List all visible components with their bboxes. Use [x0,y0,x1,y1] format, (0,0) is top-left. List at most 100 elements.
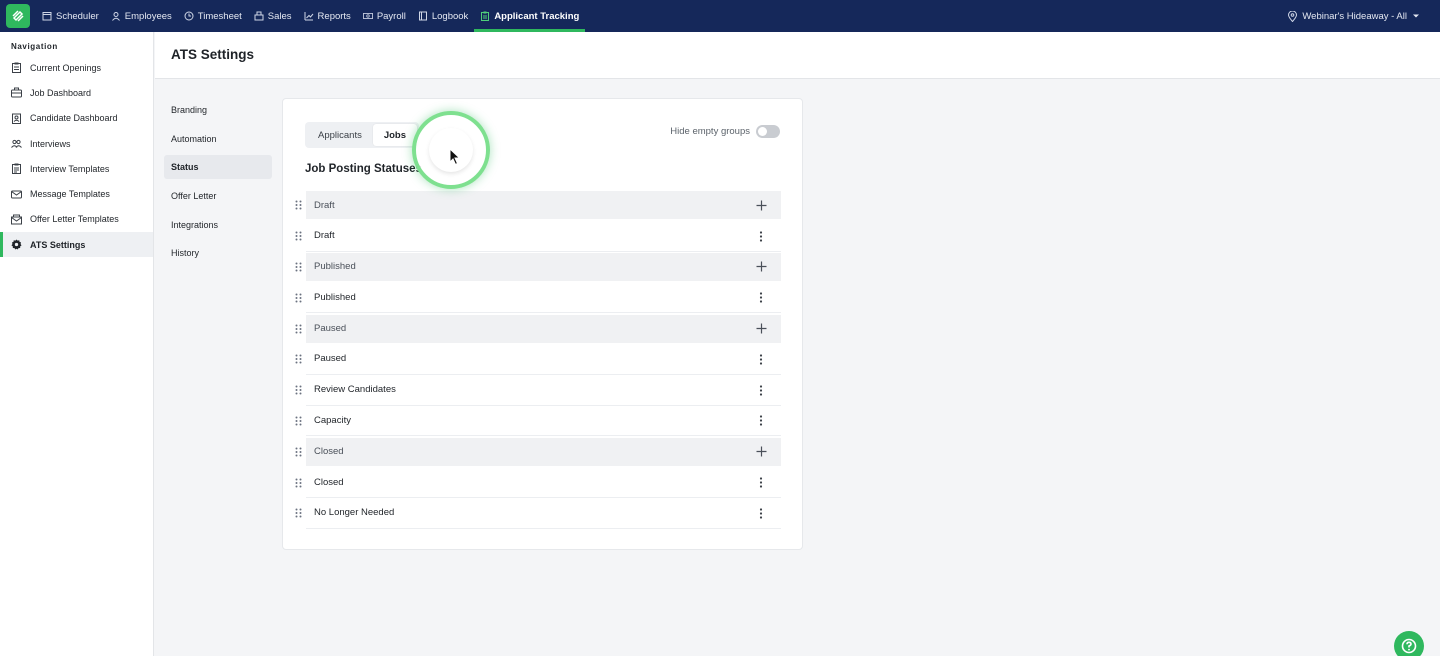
nav-applicant-tracking[interactable]: Applicant Tracking [474,0,586,32]
location-selector[interactable]: Webinar's Hideaway - All [1288,0,1420,32]
status-menu-button[interactable] [755,292,767,304]
nav-employees[interactable]: Employees [105,0,178,32]
drag-handle[interactable] [291,508,305,518]
subnav-automation[interactable]: Automation [164,127,272,151]
sidebar-item-label: Interview Templates [30,163,110,174]
drag-handle[interactable] [291,324,305,334]
status-group-row: Closed [291,436,781,467]
status-settings-card: Applicants Jobs Hide empty groups Job Po… [282,98,803,550]
add-status-button[interactable] [755,199,767,211]
gear-icon [11,239,22,250]
subnav-history[interactable]: History [164,241,272,265]
book-icon [418,11,427,21]
nav-sales[interactable]: Sales [248,0,298,32]
sidebar-item-job-dashboard[interactable]: Job Dashboard [0,80,153,105]
nav-timesheet[interactable]: Timesheet [178,0,248,32]
drag-handle-icon[interactable] [295,447,302,457]
status-menu-button[interactable] [755,415,767,427]
sidebar-item-interviews[interactable]: Interviews [0,131,153,156]
drag-handle-icon[interactable] [295,262,302,272]
chart-icon [304,12,313,21]
help-button[interactable] [1394,631,1424,656]
status-item-row: Capacity [291,406,781,437]
drag-handle-icon[interactable] [295,354,302,364]
sidebar-item-label: Candidate Dashboard [30,113,118,124]
status-label: Published [306,282,781,314]
more-vertical-icon [759,354,763,365]
drag-handle[interactable] [291,262,305,272]
register-icon [254,11,264,21]
top-navigation-bar: Scheduler Employees Timesheet Sales Repo… [0,0,1440,32]
drag-handle-icon[interactable] [295,200,302,210]
message-icon [11,190,22,199]
status-menu-button[interactable] [755,477,767,489]
drag-handle-icon[interactable] [295,478,302,488]
drag-handle[interactable] [291,200,305,210]
letter-icon [11,214,22,225]
plus-icon [756,261,766,272]
more-vertical-icon [759,292,763,303]
nav-scheduler[interactable]: Scheduler [36,0,105,32]
nav-label: Timesheet [197,10,242,22]
page-title: ATS Settings [171,47,255,62]
add-status-button[interactable] [755,446,767,458]
people-icon [11,139,22,148]
clipboard-icon [481,11,490,21]
subnav-offer-letter[interactable]: Offer Letter [164,184,272,208]
drag-handle-icon[interactable] [295,385,302,395]
tab-applicants[interactable]: Applicants [307,124,373,146]
drag-handle[interactable] [291,231,305,241]
toggle-label: Hide empty groups [670,126,750,137]
page-header: ATS Settings [155,32,1440,79]
tab-jobs[interactable]: Jobs [372,124,418,146]
subnav-status[interactable]: Status [164,155,272,180]
nav-reports[interactable]: Reports [298,0,357,32]
drag-handle[interactable] [291,354,305,364]
status-label: Paused [306,314,781,343]
nav-payroll[interactable]: Payroll [357,0,412,32]
more-vertical-icon [759,415,763,427]
status-menu-button[interactable] [755,384,767,396]
badge-icon [12,113,21,124]
drag-handle-icon[interactable] [295,416,302,426]
drag-handle[interactable] [291,447,305,457]
subnav-integrations[interactable]: Integrations [164,213,272,237]
drag-handle[interactable] [291,416,305,426]
sidebar-item-candidate-dashboard[interactable]: Candidate Dashboard [0,106,153,131]
hide-empty-groups-toggle[interactable] [756,125,780,138]
nav-logbook[interactable]: Logbook [412,0,474,32]
subnav-branding[interactable]: Branding [164,98,272,122]
nav-label: Sales [267,10,292,22]
status-item-row: Paused [291,344,781,375]
sidebar-item-label: Job Dashboard [30,87,92,98]
status-label: Draft [306,191,781,220]
sidebar-item-message-templates[interactable]: Message Templates [0,181,153,206]
app-logo[interactable] [6,4,30,28]
sidebar-item-current-openings[interactable]: Current Openings [0,55,153,80]
nav-label: Applicant Tracking [494,10,580,22]
status-label: Published [306,252,781,281]
drag-handle[interactable] [291,385,305,395]
drag-handle-icon[interactable] [295,508,302,518]
chevron-down-icon [1413,14,1419,18]
status-menu-button[interactable] [755,507,767,519]
drag-handle-icon[interactable] [295,324,302,334]
mouse-cursor-icon [449,148,461,166]
status-menu-button[interactable] [755,230,767,242]
drag-handle[interactable] [291,293,305,303]
sidebar-item-offer-letter-templates[interactable]: Offer Letter Templates [0,207,153,232]
status-label: No Longer Needed [306,498,781,529]
more-vertical-icon [759,477,763,488]
drag-handle-icon[interactable] [295,231,302,241]
status-group-row: Published [291,252,781,283]
status-menu-button[interactable] [755,353,767,365]
map-pin-icon [1288,10,1298,22]
settings-subnav: Branding Automation Status Offer Letter … [164,98,272,270]
drag-handle-icon[interactable] [295,293,302,303]
status-label: Review Candidates [306,375,781,406]
add-status-button[interactable] [755,323,767,335]
sidebar-item-ats-settings[interactable]: ATS Settings [0,232,153,258]
add-status-button[interactable] [755,261,767,273]
sidebar-item-interview-templates[interactable]: Interview Templates [0,156,153,181]
drag-handle[interactable] [291,478,305,488]
